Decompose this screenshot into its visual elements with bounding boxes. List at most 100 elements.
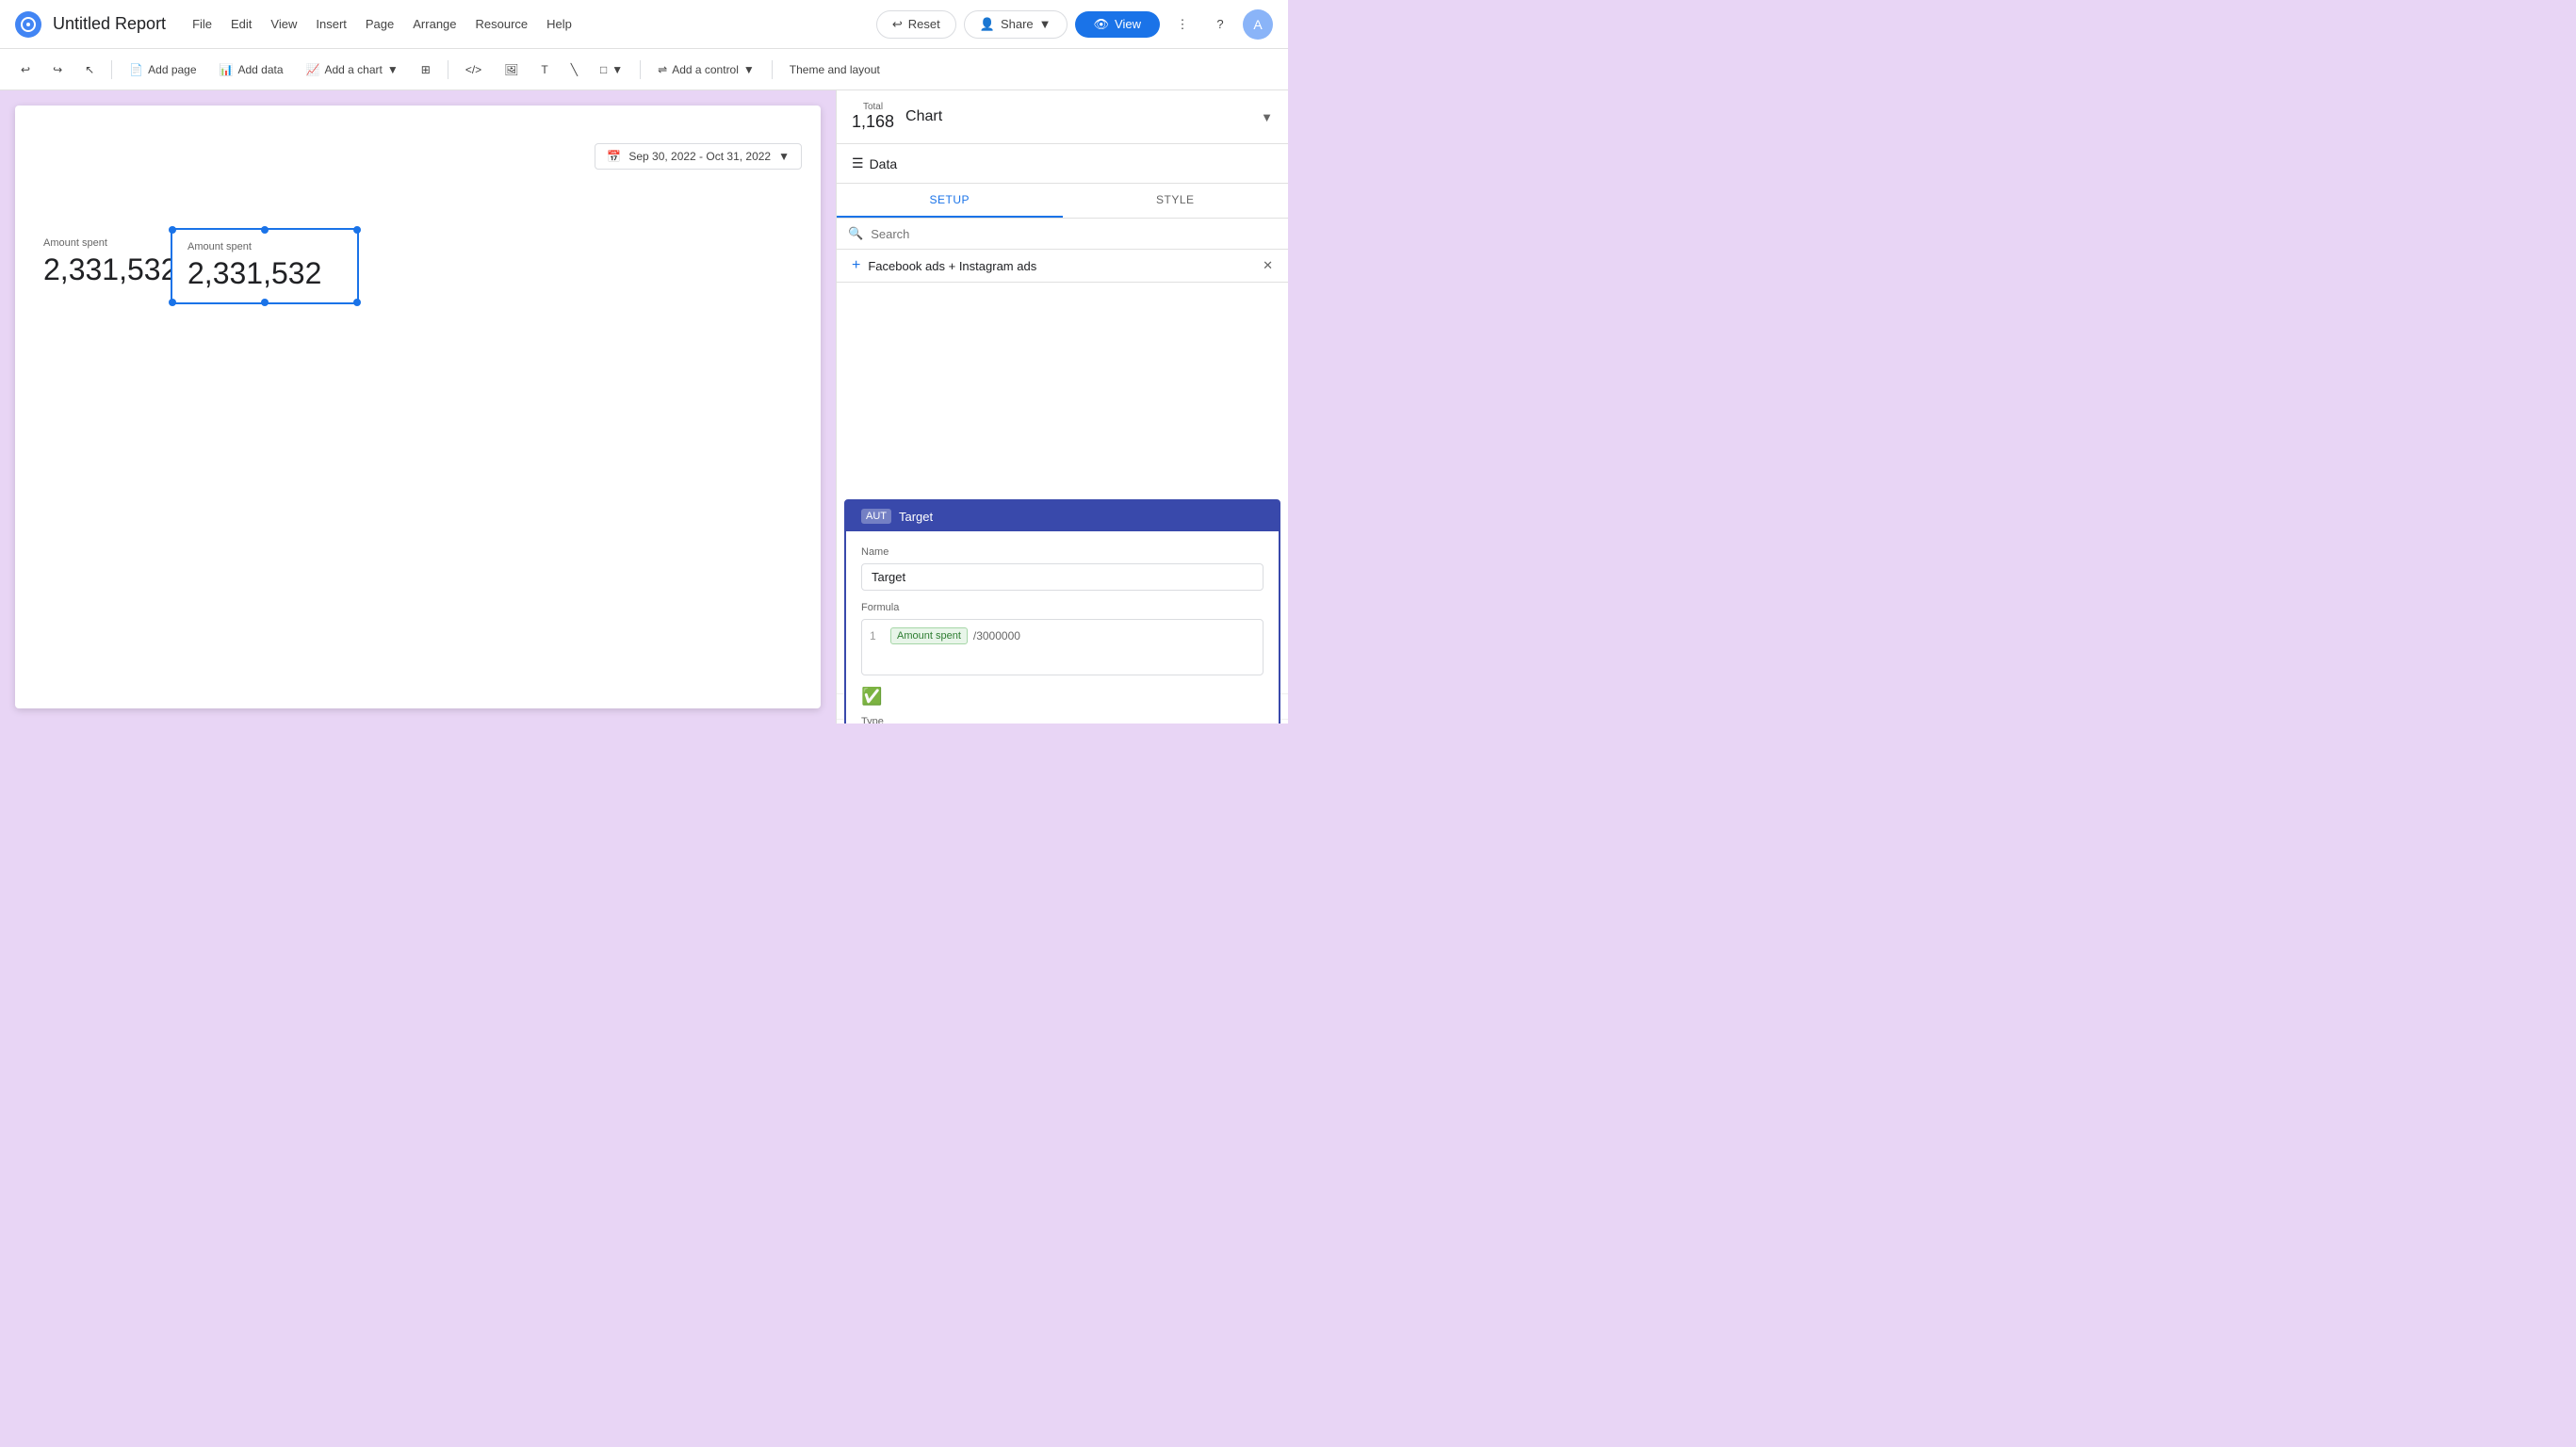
- calendar-icon: 📅: [607, 150, 621, 163]
- top-bar: Untitled Report File Edit View Insert Pa…: [0, 0, 1288, 49]
- tab-style[interactable]: STYLE: [1063, 184, 1289, 218]
- scorecard-static-label: Amount spent: [43, 237, 177, 249]
- text-button[interactable]: T: [531, 59, 557, 80]
- search-icon: 🔍: [848, 226, 863, 241]
- panel-header: Total 1,168 Chart ▼: [837, 90, 1288, 144]
- name-input[interactable]: [861, 563, 1264, 591]
- more-options-button[interactable]: ⋮: [1167, 9, 1198, 40]
- search-input[interactable]: [871, 227, 1277, 241]
- date-range-control[interactable]: 📅 Sep 30, 2022 - Oct 31, 2022 ▼: [595, 143, 802, 170]
- report-title[interactable]: Untitled Report: [53, 14, 166, 34]
- total-value: 1,168: [852, 112, 894, 132]
- image-button[interactable]: 🖼: [495, 59, 528, 80]
- add-control-dropdown-icon: ▼: [743, 63, 755, 76]
- tab-setup[interactable]: SETUP: [837, 184, 1063, 218]
- formula-area[interactable]: 1 Amount spent /3000000: [861, 619, 1264, 675]
- share-dropdown-icon: ▼: [1039, 17, 1052, 31]
- formula-line: 1 Amount spent /3000000: [870, 627, 1255, 644]
- total-badge: Total 1,168: [852, 102, 894, 132]
- help-button[interactable]: ?: [1205, 9, 1235, 40]
- add-page-icon: 📄: [129, 63, 143, 76]
- target-header: AUT Target: [846, 501, 1279, 531]
- scorecard-static: Amount spent 2,331,532: [43, 237, 177, 287]
- top-actions: ↩ Reset 👤 Share ▼ 👁 View ⋮ ? A: [876, 9, 1273, 40]
- type-label: Type: [861, 716, 1264, 724]
- share-icon: 👤: [980, 17, 995, 32]
- avatar[interactable]: A: [1243, 9, 1273, 40]
- name-label: Name: [861, 546, 1264, 558]
- scorecard-selected-value: 2,331,532: [187, 256, 342, 291]
- formula-rest: /3000000: [973, 629, 1020, 642]
- total-label: Total: [863, 102, 883, 112]
- panel-collapse-button[interactable]: ▼: [1261, 110, 1273, 124]
- target-dialog: AUT Target Name Formula 1 Amount spent /…: [844, 499, 1280, 724]
- resize-handle-tr[interactable]: [353, 226, 361, 234]
- select-tool[interactable]: ↖: [75, 59, 104, 80]
- resize-handle-bl[interactable]: [169, 299, 176, 306]
- shape-dropdown-icon: ▼: [611, 63, 623, 76]
- menu-page[interactable]: Page: [358, 13, 401, 35]
- scorecard-selected-label: Amount spent: [187, 241, 342, 252]
- line-button[interactable]: ╲: [562, 59, 587, 80]
- scorecard-selected[interactable]: Amount spent 2,331,532: [171, 228, 359, 304]
- toolbar: ↩ ↪ ↖ 📄 Add page 📊 Add data 📈 Add a char…: [0, 49, 1288, 90]
- data-source-name[interactable]: Facebook ads + Instagram ads: [868, 259, 1255, 273]
- app-logo: [15, 11, 41, 38]
- toolbar-divider-4: [772, 60, 773, 79]
- theme-layout-button[interactable]: Theme and layout: [780, 59, 889, 80]
- menu-insert[interactable]: Insert: [308, 13, 354, 35]
- reset-icon: ↩: [892, 17, 903, 32]
- menu-resource[interactable]: Resource: [468, 13, 536, 35]
- menu-arrange[interactable]: Arrange: [405, 13, 464, 35]
- menu-bar: File Edit View Insert Page Arrange Resou…: [185, 13, 579, 35]
- add-chart-dropdown-icon: ▼: [387, 63, 399, 76]
- date-range-dropdown-icon: ▼: [778, 150, 790, 163]
- add-control-button[interactable]: ⇌ Add a control ▼: [648, 59, 764, 80]
- undo-button[interactable]: ↩: [11, 59, 40, 80]
- validation-check-icon: ✅: [861, 687, 1264, 707]
- components-button[interactable]: ⊞: [412, 59, 440, 80]
- data-source-close-button[interactable]: ✕: [1263, 258, 1273, 273]
- resize-handle-bm[interactable]: [261, 299, 269, 306]
- chart-panel-title: Chart: [905, 108, 1249, 125]
- add-data-icon: 📊: [220, 63, 234, 76]
- menu-view[interactable]: View: [263, 13, 304, 35]
- menu-help[interactable]: Help: [539, 13, 579, 35]
- canvas-page: 📅 Sep 30, 2022 - Oct 31, 2022 ▼ Amount s…: [15, 106, 821, 708]
- shape-button[interactable]: □ ▼: [591, 59, 632, 80]
- formula-label: Formula: [861, 602, 1264, 613]
- main-layout: 📅 Sep 30, 2022 - Oct 31, 2022 ▼ Amount s…: [0, 90, 1288, 724]
- target-auto-label: AUT: [861, 509, 891, 524]
- add-chart-button[interactable]: 📈 Add a chart ▼: [297, 59, 408, 80]
- resize-handle-tm[interactable]: [261, 226, 269, 234]
- right-panel: Total 1,168 Chart ▼ ☰ Data SETUP STYLE 🔍…: [836, 90, 1288, 724]
- target-body: Name Formula 1 Amount spent /3000000 ✅ T…: [846, 531, 1279, 724]
- data-section-header: ☰ Data: [837, 144, 1288, 184]
- resize-handle-tl[interactable]: [169, 226, 176, 234]
- view-button[interactable]: 👁 View: [1075, 11, 1160, 38]
- embed-button[interactable]: </>: [456, 59, 491, 80]
- menu-edit[interactable]: Edit: [223, 13, 259, 35]
- canvas-area: 📅 Sep 30, 2022 - Oct 31, 2022 ▼ Amount s…: [0, 90, 836, 724]
- view-icon: 👁: [1094, 17, 1110, 32]
- target-title: Target: [899, 510, 933, 524]
- add-chart-icon: 📈: [306, 63, 320, 76]
- add-data-button[interactable]: 📊 Add data: [210, 59, 293, 80]
- scorecard-static-value: 2,331,532: [43, 252, 177, 287]
- right-panel-scrollable: AUT Target Name Formula 1 Amount spent /…: [837, 283, 1288, 724]
- search-bar: 🔍: [837, 219, 1288, 250]
- add-control-icon: ⇌: [658, 63, 667, 76]
- data-section-icon: ☰: [852, 155, 864, 171]
- toolbar-divider-3: [640, 60, 641, 79]
- formula-chip: Amount spent: [890, 627, 968, 644]
- menu-file[interactable]: File: [185, 13, 220, 35]
- data-source-icon: +: [852, 257, 860, 274]
- add-page-button[interactable]: 📄 Add page: [120, 59, 205, 80]
- resize-handle-br[interactable]: [353, 299, 361, 306]
- formula-line-num: 1: [870, 629, 885, 642]
- share-button[interactable]: 👤 Share ▼: [964, 10, 1068, 39]
- reset-button[interactable]: ↩ Reset: [876, 10, 956, 39]
- panel-tabs: SETUP STYLE: [837, 184, 1288, 219]
- data-source-row: + Facebook ads + Instagram ads ✕: [837, 250, 1288, 283]
- redo-button[interactable]: ↪: [43, 59, 72, 80]
